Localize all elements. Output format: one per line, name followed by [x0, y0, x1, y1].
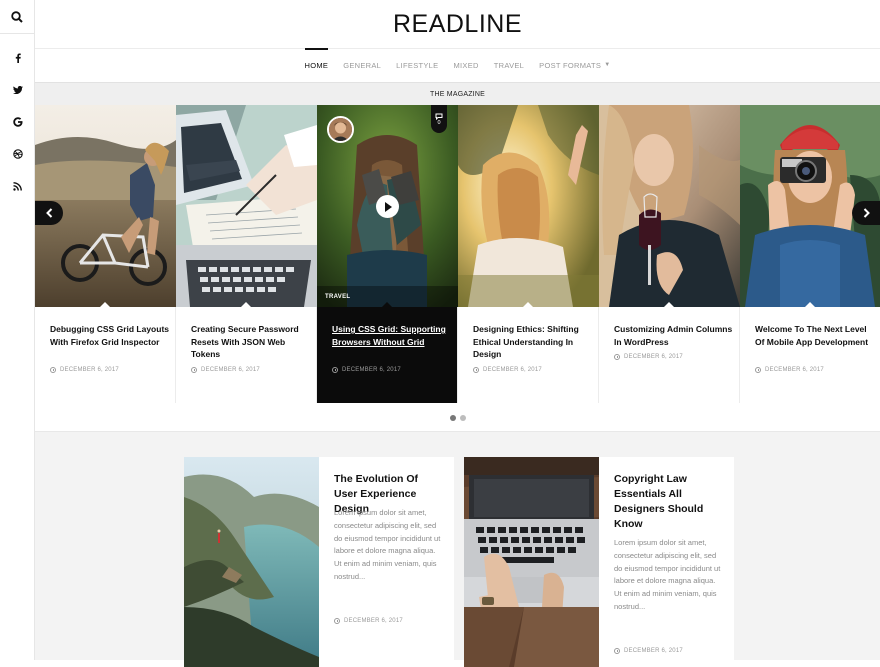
slide-date-text: DECEMBER 6, 2017 — [765, 367, 824, 373]
category-label[interactable]: TRAVEL — [325, 294, 350, 300]
nav-item-home[interactable]: HOME — [304, 48, 329, 82]
post-card[interactable]: Copyright Law Essentials All Designers S… — [464, 457, 734, 667]
clock-icon — [614, 354, 620, 360]
slide-date: DECEMBER 6, 2017 — [755, 367, 824, 373]
slide-image[interactable]: 0 TRAVEL — [317, 105, 458, 307]
post-date-text: DECEMBER 6, 2017 — [624, 648, 683, 654]
rss-link[interactable] — [0, 170, 35, 202]
slide-pointer — [805, 302, 815, 307]
slide-card-active[interactable]: 0 TRAVEL Using CSS Grid: Supporting Brow… — [317, 105, 458, 403]
comment-icon — [435, 113, 443, 120]
site-title[interactable]: READLINE — [35, 10, 880, 39]
dribbble-icon — [12, 149, 23, 159]
slide-date: DECEMBER 6, 2017 — [332, 367, 401, 373]
slide-date: DECEMBER 6, 2017 — [50, 367, 119, 373]
clock-icon — [755, 367, 761, 373]
nav-item-lifestyle[interactable]: LIFESTYLE — [396, 48, 438, 82]
nav-item-post-formats[interactable]: POST FORMATS ▼ — [539, 48, 610, 82]
clock-icon — [614, 648, 620, 654]
nav-item-post-formats-label: POST FORMATS — [539, 60, 602, 70]
main-content: READLINE HOME GENERAL LIFESTYLE MIXED TR… — [35, 0, 880, 667]
main-nav: HOME GENERAL LIFESTYLE MIXED TRAVEL POST… — [35, 48, 880, 82]
slide-card[interactable]: Designing Ethics: Shifting Ethical Under… — [458, 105, 599, 403]
pagination-dot-1[interactable] — [449, 414, 456, 421]
slide-card[interactable]: Welcome To The Next Level Of Mobile App … — [740, 105, 880, 403]
post-date: DECEMBER 6, 2017 — [334, 618, 403, 624]
google-link[interactable] — [0, 106, 35, 138]
slide-title[interactable]: Designing Ethics: Shifting Ethical Under… — [473, 323, 593, 361]
clock-icon — [50, 367, 56, 373]
slide-pointer — [382, 302, 392, 307]
slide-date: DECEMBER 6, 2017 — [473, 367, 542, 373]
chevron-left-icon — [45, 208, 52, 218]
slide-date: DECEMBER 6, 2017 — [191, 367, 260, 373]
post-image[interactable] — [464, 457, 599, 667]
post-card[interactable]: The Evolution Of User Experience Design … — [184, 457, 454, 667]
clock-icon — [473, 367, 479, 373]
google-icon — [12, 117, 22, 127]
slide-title[interactable]: Welcome To The Next Level Of Mobile App … — [755, 323, 875, 348]
social-sidebar — [0, 0, 35, 660]
slider-pagination — [35, 404, 880, 432]
slide-card[interactable]: Debugging CSS Grid Layouts With Firefox … — [35, 105, 176, 403]
slide-date-text: DECEMBER 6, 2017 — [201, 367, 260, 373]
featured-slider: Debugging CSS Grid Layouts With Firefox … — [35, 105, 880, 403]
post-image[interactable] — [184, 457, 319, 667]
clock-icon — [191, 367, 197, 373]
clock-icon — [332, 367, 338, 373]
clock-icon — [334, 618, 340, 624]
post-date-text: DECEMBER 6, 2017 — [344, 618, 403, 624]
slide-pointer — [100, 302, 110, 307]
author-avatar[interactable] — [327, 116, 354, 143]
slide-date-text: DECEMBER 6, 2017 — [624, 354, 683, 360]
search-icon — [11, 10, 23, 23]
nav-item-travel[interactable]: TRAVEL — [494, 48, 524, 82]
post-excerpt: Lorem ipsum dolor sit amet, consectetur … — [614, 538, 721, 611]
slide-image[interactable] — [599, 105, 740, 307]
post-grid: The Evolution Of User Experience Design … — [35, 432, 880, 667]
slide-card[interactable]: Customizing Admin Columns In WordPress D… — [599, 105, 740, 403]
slide-pointer — [523, 302, 533, 307]
facebook-icon — [15, 53, 21, 63]
facebook-link[interactable] — [0, 42, 35, 74]
slide-title[interactable]: Debugging CSS Grid Layouts With Firefox … — [50, 323, 170, 348]
slider-next-button[interactable] — [852, 201, 880, 225]
slide-image[interactable] — [176, 105, 317, 307]
post-date: DECEMBER 6, 2017 — [614, 648, 683, 654]
nav-item-mixed[interactable]: MIXED — [453, 48, 478, 82]
rss-icon — [13, 181, 22, 191]
slide-title[interactable]: Using CSS Grid: Supporting Browsers With… — [332, 323, 452, 348]
slider-prev-button[interactable] — [35, 201, 63, 225]
chevron-right-icon — [863, 208, 870, 218]
slide-date: DECEMBER 6, 2017 — [614, 354, 683, 360]
twitter-link[interactable] — [0, 74, 35, 106]
slide-title[interactable]: Customizing Admin Columns In WordPress — [614, 323, 734, 348]
slide-date-text: DECEMBER 6, 2017 — [483, 367, 542, 373]
chevron-down-icon: ▼ — [604, 62, 611, 68]
slide-pointer — [664, 302, 674, 307]
comment-count-badge[interactable]: 0 — [431, 105, 447, 133]
post-excerpt: Lorem ipsum dolor sit amet, consectetur … — [334, 508, 441, 581]
play-icon[interactable] — [376, 195, 399, 218]
slide-date-text: DECEMBER 6, 2017 — [342, 367, 401, 373]
slide-pointer — [241, 302, 251, 307]
slide-title[interactable]: Creating Secure Password Resets With JSO… — [191, 323, 311, 361]
slide-date-text: DECEMBER 6, 2017 — [60, 367, 119, 373]
pagination-dot-2[interactable] — [459, 414, 466, 421]
dribbble-link[interactable] — [0, 138, 35, 170]
slide-card[interactable]: Creating Secure Password Resets With JSO… — [176, 105, 317, 403]
section-heading-magazine: THE MAGAZINE — [35, 82, 880, 105]
twitter-icon — [12, 86, 23, 94]
slide-image[interactable] — [458, 105, 599, 307]
nav-item-general[interactable]: GENERAL — [343, 48, 381, 82]
comment-count: 0 — [437, 119, 441, 126]
search-button[interactable] — [0, 0, 34, 34]
post-title[interactable]: Copyright Law Essentials All Designers S… — [614, 472, 724, 532]
